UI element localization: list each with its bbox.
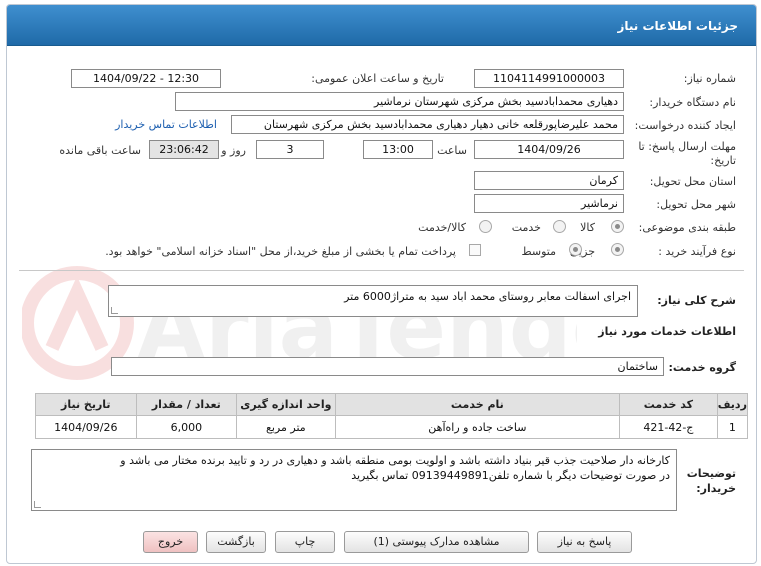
announce-label: تاریخ و ساعت اعلان عمومی:	[311, 72, 444, 85]
province-label: استان محل تحویل:	[649, 175, 736, 188]
service-group-label: گروه خدمت:	[668, 361, 736, 374]
requester-field: محمد علیرضاپورقلعه خانی دهیار دهیاری محم…	[231, 115, 624, 134]
category-service-radio[interactable]	[553, 220, 566, 233]
cell-date: 1404/09/26	[35, 415, 137, 439]
category-service-label: خدمت	[511, 221, 541, 234]
col-unit: واحد اندازه گیری	[236, 393, 336, 416]
process-label: نوع فرآیند خرید :	[658, 245, 736, 258]
table-header-row: ردیف کد خدمت نام خدمت واحد اندازه گیری ت…	[35, 393, 749, 416]
treasury-payment-note: پرداخت تمام یا بخشی از مبلغ خرید،از محل …	[105, 245, 456, 258]
days-label: روز و	[221, 144, 246, 157]
remaining-time-field: 23:06:42	[149, 140, 219, 159]
detail-window: جزئیات اطلاعات نیاز AriaTender.net شماره…	[6, 4, 757, 564]
back-button[interactable]: بازگشت	[206, 531, 266, 553]
buyer-org-label: نام دستگاه خریدار:	[649, 96, 736, 109]
attachments-button[interactable]: مشاهده مدارک پیوستی (1)	[344, 531, 529, 553]
resize-grip-icon[interactable]	[34, 501, 41, 508]
province-field: کرمان	[474, 171, 624, 190]
reply-button[interactable]: پاسخ به نیاز	[537, 531, 632, 553]
deadline-date-field: 1404/09/26	[474, 140, 624, 159]
summary-field: اجرای اسفالت معابر روستای محمد اباد سید …	[108, 285, 638, 317]
buyer-notes-label: توضیحات	[686, 467, 736, 480]
requester-label: ایجاد کننده درخواست:	[634, 119, 736, 132]
days-field: 3	[256, 140, 324, 159]
buyer-contact-link[interactable]: اطلاعات تماس خریدار	[115, 118, 217, 131]
announce-field: 1404/09/22 - 12:30	[71, 69, 221, 88]
col-name: نام خدمت	[334, 393, 621, 416]
treasury-payment-checkbox[interactable]	[469, 244, 481, 256]
summary-label: شرح کلی نیاز:	[657, 294, 736, 307]
buyer-org-field: دهیاری محمدابادسید بخش مرکزی شهرستان نرم…	[175, 92, 624, 111]
remaining-time-label: ساعت باقی مانده	[59, 144, 141, 157]
buyer-notes-label-2: خریدار:	[696, 482, 736, 495]
title-bar: جزئیات اطلاعات نیاز	[7, 5, 756, 46]
deadline-time-field: 13:00	[363, 140, 433, 159]
exit-button[interactable]: خروج	[143, 531, 198, 553]
buyer-notes-line-2: در صورت توضیحات دیگر با شماره تلفن091394…	[351, 469, 670, 482]
buyer-notes-line-1: کارخانه دار صلاحیت جذب قیر بنیاد داشته ب…	[120, 454, 670, 467]
service-group-field: ساختمان	[111, 357, 664, 376]
col-date: تاریخ نیاز	[35, 393, 137, 416]
cell-name: ساخت جاده و راه‌آهن	[334, 415, 621, 439]
divider	[19, 270, 744, 271]
col-row: ردیف	[716, 393, 749, 416]
need-number-field: 1104114991000003	[474, 69, 624, 88]
category-goods-radio[interactable]	[611, 220, 624, 233]
table-row[interactable]: 1 ج-42-421 ساخت جاده و راه‌آهن متر مربع …	[35, 415, 749, 439]
process-minor-radio[interactable]	[611, 243, 624, 256]
city-label: شهر محل تحویل:	[656, 198, 736, 211]
category-label: طبقه بندی موضوعی:	[638, 221, 736, 234]
category-both-radio[interactable]	[479, 220, 492, 233]
page-title: جزئیات اطلاعات نیاز	[617, 19, 738, 33]
cell-code: ج-42-421	[619, 415, 718, 439]
services-table: ردیف کد خدمت نام خدمت واحد اندازه گیری ت…	[35, 393, 749, 439]
category-goods-label: کالا	[580, 221, 595, 234]
deadline-time-label: ساعت	[437, 144, 467, 157]
city-field: نرماشیر	[474, 194, 624, 213]
category-both-label: کالا/خدمت	[418, 221, 466, 234]
process-medium-label: متوسط	[521, 245, 556, 258]
resize-grip-icon[interactable]	[111, 307, 118, 314]
process-medium-radio[interactable]	[569, 243, 582, 256]
col-qty: تعداد / مقدار	[135, 393, 238, 416]
services-section-title: اطلاعات خدمات مورد نیاز	[598, 325, 736, 338]
deadline-label: مهلت ارسال پاسخ: تا	[638, 140, 736, 153]
print-button[interactable]: چاپ	[275, 531, 335, 553]
summary-text: اجرای اسفالت معابر روستای محمد اباد سید …	[344, 290, 631, 303]
cell-row: 1	[716, 415, 749, 439]
cell-qty: 6,000	[135, 415, 238, 439]
deadline-label-2: تاریخ:	[710, 154, 736, 167]
buyer-notes-field: کارخانه دار صلاحیت جذب قیر بنیاد داشته ب…	[31, 449, 677, 511]
cell-unit: متر مربع	[236, 415, 336, 439]
need-number-label: شماره نیاز:	[683, 72, 736, 85]
col-code: کد خدمت	[619, 393, 718, 416]
